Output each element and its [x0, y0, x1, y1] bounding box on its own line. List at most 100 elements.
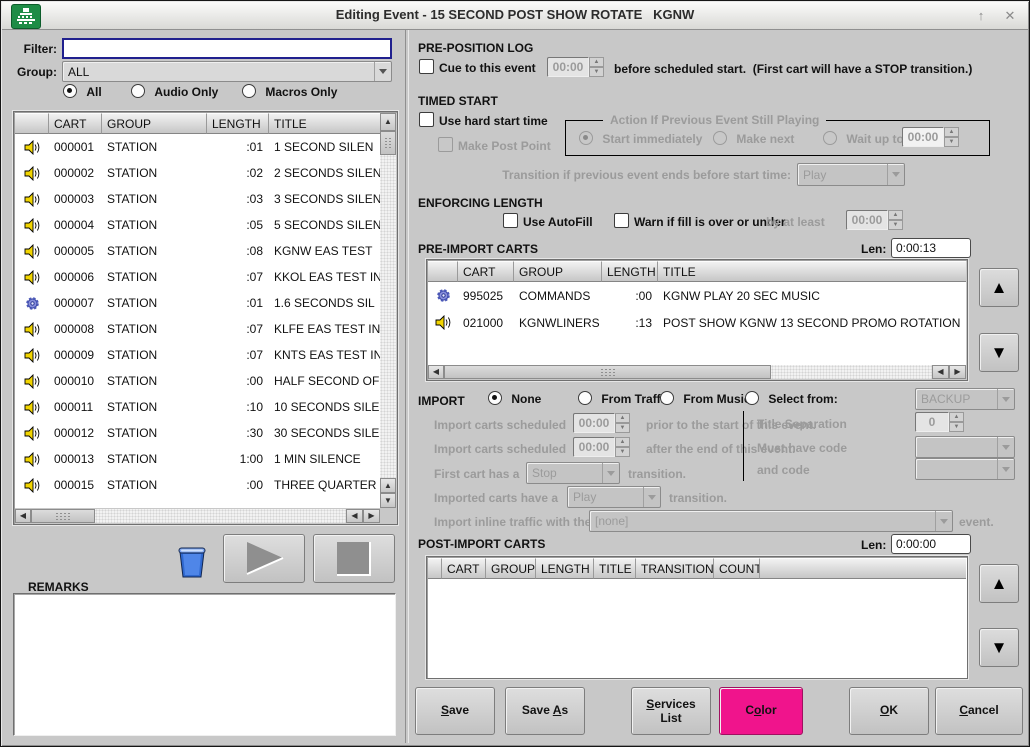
- col-length[interactable]: LENGTH: [536, 558, 594, 579]
- services-list-button[interactable]: ServicesList: [631, 687, 711, 735]
- filter-radio-macros-only[interactable]: Macros Only: [242, 84, 337, 101]
- cancel-button[interactable]: Cancel: [935, 687, 1023, 735]
- table-row[interactable]: 000011STATION:1010 SECONDS SILE: [15, 394, 380, 420]
- col-cart[interactable]: CART: [458, 261, 514, 282]
- and-code-select[interactable]: [915, 458, 1015, 480]
- sched1-spinbox[interactable]: 00:00 ▲▼: [573, 413, 630, 433]
- hscroll-thumb[interactable]: [31, 509, 95, 523]
- scroll-left-icon[interactable]: ◀: [932, 365, 949, 379]
- scroll-up-icon[interactable]: ▲: [380, 113, 396, 131]
- shade-window-button[interactable]: ↑: [968, 5, 994, 26]
- warn-fill-checkbox[interactable]: [614, 213, 629, 228]
- import-select-from-radio[interactable]: Select from:: [745, 391, 838, 408]
- post-import-move-down-button[interactable]: ▼: [979, 628, 1019, 667]
- save-button[interactable]: Save: [415, 687, 495, 735]
- pre-import-table[interactable]: CART GROUP LENGTH TITLE 995025COMMANDS:0…: [426, 259, 968, 381]
- col-title[interactable]: TITLE: [658, 261, 966, 282]
- table-row[interactable]: 021000KGNWLINERS:13POST SHOW KGNW 13 SEC…: [428, 309, 966, 336]
- post-import-move-up-button[interactable]: ▲: [979, 564, 1019, 603]
- table-row[interactable]: 000002STATION:022 SECONDS SILEN: [15, 160, 380, 186]
- table-row[interactable]: 000004STATION:055 SECONDS SILEN: [15, 212, 380, 238]
- col-title[interactable]: TITLE: [594, 558, 636, 579]
- ok-button[interactable]: OK: [849, 687, 929, 735]
- first-transition-select[interactable]: Stop: [526, 462, 620, 484]
- post-point-checkbox[interactable]: [438, 137, 453, 152]
- scroll-left-icon[interactable]: ◀: [428, 365, 444, 379]
- col-title[interactable]: TITLE: [269, 113, 380, 134]
- close-window-button[interactable]: ✕: [997, 5, 1023, 26]
- table-row[interactable]: 000013STATION1:001 MIN SILENCE: [15, 446, 380, 472]
- pre-import-move-down-button[interactable]: ▼: [979, 333, 1019, 372]
- cart-list-hscrollbar[interactable]: ◀ ◀ ▶: [15, 509, 380, 523]
- table-row[interactable]: 000007STATION:011.6 SECONDS SIL: [15, 290, 380, 316]
- scroll-left-icon[interactable]: ◀: [346, 509, 363, 523]
- table-row[interactable]: 000012STATION:3030 SECONDS SILE: [15, 420, 380, 446]
- col-count[interactable]: COUNT: [714, 558, 760, 579]
- filter-radio-audio-only[interactable]: Audio Only: [131, 84, 218, 101]
- cell-length: :30: [207, 426, 269, 440]
- start-immediately-radio[interactable]: Start immediately: [579, 131, 702, 148]
- scroll-right-icon[interactable]: ▶: [363, 509, 380, 523]
- import-none-radio[interactable]: None: [488, 391, 541, 408]
- col-icon[interactable]: [428, 558, 442, 579]
- table-row[interactable]: 000005STATION:08KGNW EAS TEST: [15, 238, 380, 264]
- save-as-button[interactable]: Save As: [505, 687, 585, 735]
- wait-time-spinbox[interactable]: 00:00 ▲▼: [902, 127, 959, 147]
- table-row[interactable]: 000009STATION:07KNTS EAS TEST IN: [15, 342, 380, 368]
- col-icon[interactable]: [428, 261, 458, 282]
- select-from-select[interactable]: BACKUP: [915, 388, 1015, 410]
- import-from-music-radio[interactable]: From Music: [660, 391, 751, 408]
- scroll-right-icon[interactable]: ▶: [949, 365, 966, 379]
- play-button[interactable]: [223, 534, 305, 583]
- autofill-checkbox[interactable]: [503, 213, 518, 228]
- remarks-textarea[interactable]: [13, 593, 396, 736]
- import-from-traffic-radio[interactable]: From Traffic: [578, 391, 671, 408]
- col-group[interactable]: GROUP: [514, 261, 602, 282]
- col-length[interactable]: LENGTH: [602, 261, 658, 282]
- trash-icon[interactable]: [175, 543, 209, 583]
- col-cart[interactable]: CART: [49, 113, 102, 134]
- table-row[interactable]: 000015STATION:00THREE QUARTER: [15, 472, 380, 498]
- table-row[interactable]: 000010STATION:00HALF SECOND OF: [15, 368, 380, 394]
- transition-select[interactable]: Play: [797, 163, 905, 186]
- group-select[interactable]: ALL: [62, 61, 392, 82]
- table-row[interactable]: 995025COMMANDS:00KGNW PLAY 20 SEC MUSIC: [428, 282, 966, 309]
- title-separation-spinbox[interactable]: 0 ▲▼: [915, 412, 964, 432]
- sched2-spinbox[interactable]: 00:00 ▲▼: [573, 437, 630, 457]
- table-row[interactable]: 000008STATION:07KLFE EAS TEST IN: [15, 316, 380, 342]
- stop-button[interactable]: [313, 534, 395, 583]
- post-import-table[interactable]: CART GROUP LENGTH TITLE TRANSITION COUNT: [426, 556, 968, 679]
- col-transition[interactable]: TRANSITION: [636, 558, 714, 579]
- col-length[interactable]: LENGTH: [207, 113, 269, 134]
- table-row[interactable]: 000003STATION:033 SECONDS SILEN: [15, 186, 380, 212]
- must-have-code-select[interactable]: [915, 436, 1015, 458]
- hscroll-thumb[interactable]: [444, 365, 771, 379]
- col-cart[interactable]: CART: [442, 558, 486, 579]
- pre-import-move-up-button[interactable]: ▲: [979, 268, 1019, 307]
- table-row[interactable]: 000006STATION:07KKOL EAS TEST IN: [15, 264, 380, 290]
- cue-time-spinbox[interactable]: 00:00 ▲▼: [547, 57, 604, 77]
- imported-transition-select[interactable]: Play: [567, 486, 661, 508]
- scroll-down-icon[interactable]: ▼: [380, 493, 396, 508]
- inline-traffic-select[interactable]: [none]: [589, 510, 953, 532]
- vscroll-thumb[interactable]: [380, 131, 396, 155]
- col-group[interactable]: GROUP: [486, 558, 536, 579]
- title-bar[interactable]: Editing Event - 15 SECOND POST SHOW ROTA…: [2, 2, 1028, 30]
- scroll-up-icon[interactable]: ▲: [380, 478, 396, 493]
- filter-input[interactable]: [62, 38, 392, 59]
- pre-import-hscrollbar[interactable]: ◀ ◀ ▶: [428, 365, 966, 379]
- cue-to-event-checkbox[interactable]: [419, 59, 434, 74]
- scroll-left-icon[interactable]: ◀: [15, 509, 31, 523]
- cart-list-vscrollbar[interactable]: ▲ ▲ ▼: [380, 113, 396, 508]
- filter-radio-all[interactable]: All: [63, 84, 102, 101]
- color-button[interactable]: Color: [719, 687, 803, 735]
- col-group[interactable]: GROUP: [102, 113, 207, 134]
- cart-list[interactable]: CART GROUP LENGTH TITLE 000001STATION:01…: [13, 111, 398, 525]
- by-at-least-spinbox[interactable]: 00:00 ▲▼: [846, 210, 903, 230]
- cell-cart: 995025: [458, 289, 514, 303]
- table-row[interactable]: 000001STATION:011 SECOND SILEN: [15, 134, 380, 160]
- hard-start-checkbox[interactable]: [419, 112, 434, 127]
- col-icon[interactable]: [15, 113, 49, 134]
- make-next-radio[interactable]: Make next: [713, 131, 794, 148]
- wait-up-to-radio[interactable]: Wait up to: [823, 131, 904, 148]
